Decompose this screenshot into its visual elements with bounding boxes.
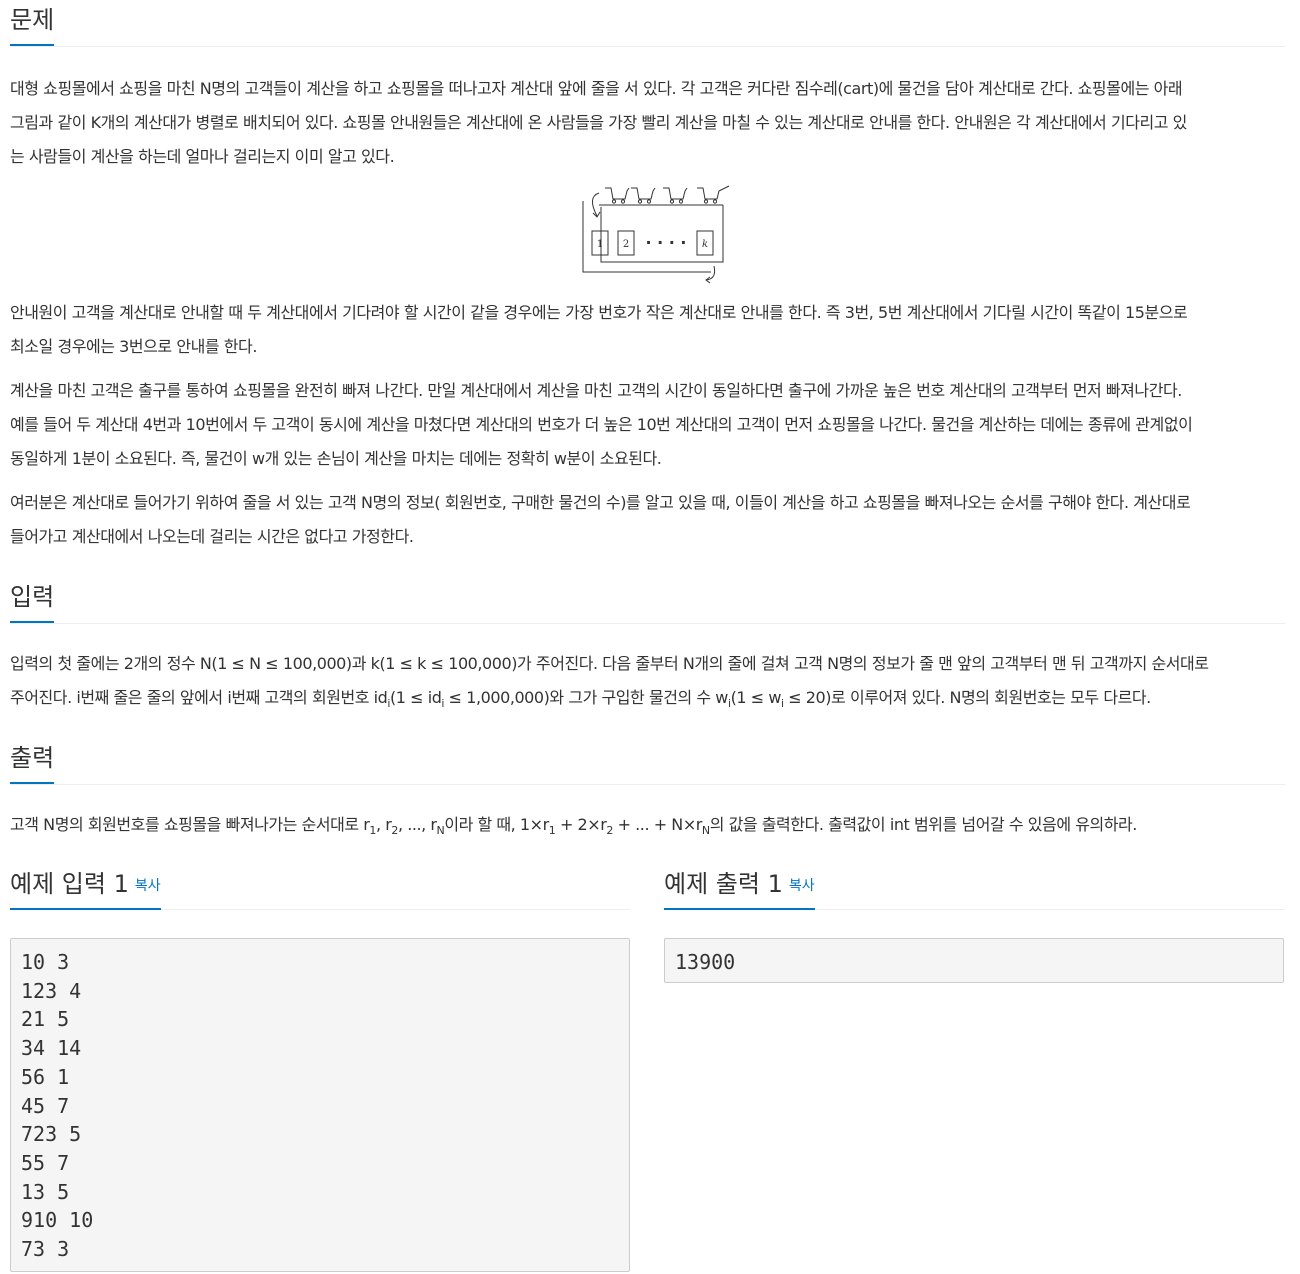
sample-output-panel: 예제 출력 1 복사 13900 (664, 867, 1284, 983)
output-title: 출력 (10, 741, 55, 784)
problem-title: 문제 (10, 3, 55, 46)
problem-description-paragraph-1: 대형 쇼핑몰에서 쇼핑을 마친 N명의 고객들이 계산을 하고 쇼핑몰을 떠나고… (10, 72, 1187, 174)
checkout-counters-figure: 1 2 k · · · · (571, 183, 733, 289)
ellipsis-dots: · · · · (645, 233, 686, 252)
cart-icon (631, 187, 656, 204)
text-line: 계산을 마친 고객은 출구를 통하여 쇼핑몰을 완전히 빠져 나간다. 만일 계… (10, 381, 1182, 400)
text-line: 들어가고 계산대에서 나오는데 걸리는 시간은 없다고 가정한다. (10, 527, 414, 546)
text-line: 안내원이 고객을 계산대로 안내할 때 두 계산대에서 기다려야 할 시간이 같… (10, 303, 1188, 322)
counter-label: k (702, 239, 708, 250)
sample-output-title: 예제 출력 1 (664, 870, 783, 898)
text-line: 주어진다. i번째 줄은 줄의 앞에서 i번째 고객의 회원번호 idi(1 ≤… (10, 688, 1151, 710)
copy-sample-output-button[interactable]: 복사 (789, 878, 815, 894)
input-section-header: 입력 (10, 577, 1285, 624)
sample-output-text[interactable]: 13900 (664, 938, 1284, 983)
cart-icon (605, 187, 630, 204)
problem-description-paragraph-3: 계산을 마친 고객은 출구를 통하여 쇼핑몰을 완전히 빠져 나간다. 만일 계… (10, 374, 1193, 476)
sample-input-title: 예제 입력 1 (10, 870, 129, 898)
cart-icon (697, 185, 730, 204)
sample-input-text[interactable]: 10 3 123 4 21 5 34 14 56 1 45 7 723 5 55… (10, 938, 630, 1272)
counter-label: 1 (597, 239, 603, 250)
exit-arrow (705, 265, 716, 281)
text-line: 대형 쇼핑몰에서 쇼핑을 마친 N명의 고객들이 계산을 하고 쇼핑몰을 떠나고… (10, 79, 1183, 98)
counter-label: 2 (623, 239, 629, 250)
text-line: 예를 들어 두 계산대 4번과 10번에서 두 고객이 동시에 계산을 마쳤다면… (10, 415, 1193, 434)
input-title: 입력 (10, 580, 55, 623)
input-description: 입력의 첫 줄에는 2개의 정수 N(1 ≤ N ≤ 100,000)과 k(1… (10, 647, 1209, 715)
text-line: 그림과 같이 K개의 계산대가 병렬로 배치되어 있다. 쇼핑몰 안내원들은 계… (10, 113, 1187, 132)
sample-input-panel: 예제 입력 1 복사 10 3 123 4 21 5 34 14 56 1 45 … (10, 867, 630, 1272)
text-line: 동일하게 1분이 소요된다. 즉, 물건이 w개 있는 손님이 계산을 마치는 … (10, 449, 662, 468)
text-line: 고객 N명의 회원번호를 쇼핑몰을 빠져나가는 순서대로 r1, r2, ...… (10, 815, 1137, 837)
cart-icon (663, 187, 688, 204)
problem-description-paragraph-4: 여러분은 계산대로 들어가기 위하여 줄을 서 있는 고객 N명의 정보( 회원… (10, 486, 1191, 554)
copy-sample-input-button[interactable]: 복사 (135, 878, 161, 894)
text-line: 여러분은 계산대로 들어가기 위하여 줄을 서 있는 고객 N명의 정보( 회원… (10, 493, 1191, 512)
text-line: 는 사람들이 계산을 하는데 얼마나 걸리는지 이미 알고 있다. (10, 147, 395, 166)
output-section-header: 출력 (10, 738, 1285, 785)
entrance-arrow (592, 192, 600, 217)
sample-output-header: 예제 출력 1 복사 (664, 867, 1284, 910)
text-line: 입력의 첫 줄에는 2개의 정수 N(1 ≤ N ≤ 100,000)과 k(1… (10, 654, 1209, 673)
text-line: 최소일 경우에는 3번으로 안내를 한다. (10, 337, 257, 356)
sample-input-header: 예제 입력 1 복사 (10, 867, 630, 910)
output-description: 고객 N명의 회원번호를 쇼핑몰을 빠져나가는 순서대로 r1, r2, ...… (10, 808, 1137, 842)
problem-description-paragraph-2: 안내원이 고객을 계산대로 안내할 때 두 계산대에서 기다려야 할 시간이 같… (10, 296, 1188, 364)
problem-section-header: 문제 (10, 0, 1285, 47)
